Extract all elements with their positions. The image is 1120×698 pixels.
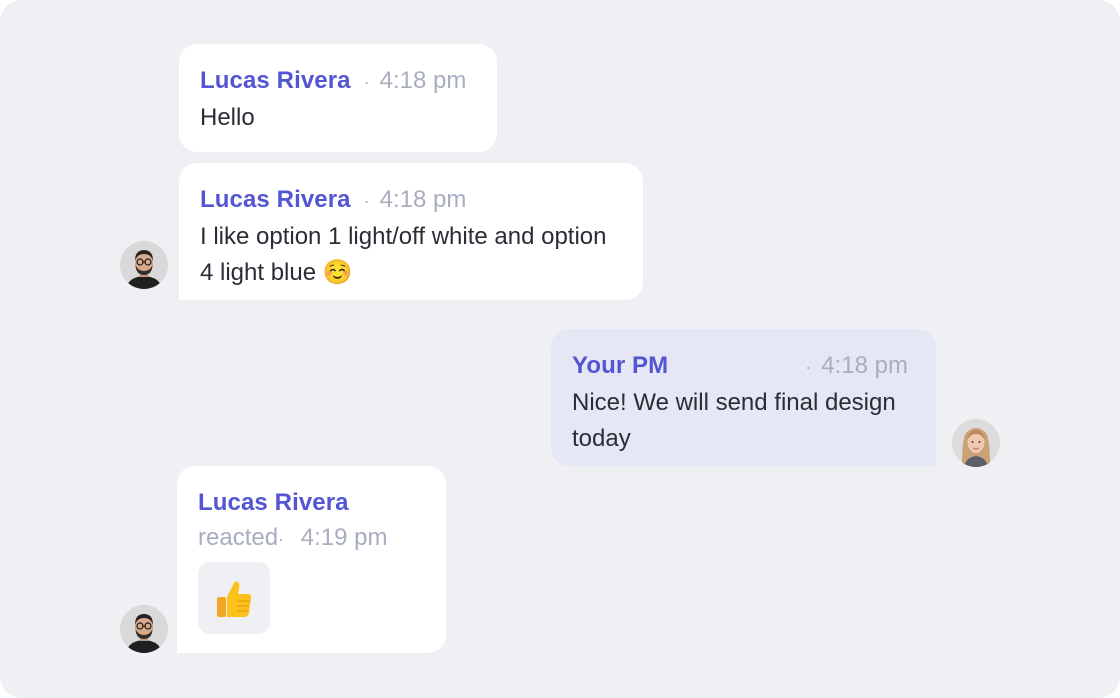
- separator-dot: ·: [805, 357, 812, 377]
- message-header: Lucas Rivera: [198, 489, 418, 517]
- avatar-man-glasses-beard-icon: [120, 605, 168, 653]
- separator-dot: ·: [278, 529, 285, 549]
- message-text: I like option 1 light/off white and opti…: [200, 223, 607, 286]
- reaction-chip[interactable]: [198, 562, 270, 634]
- avatar-man-glasses-beard-icon: [120, 241, 168, 289]
- reaction-action: reacted: [198, 524, 279, 551]
- message-header: Your PM · 4:18 pm: [572, 352, 908, 380]
- thumbs-up-icon: [217, 581, 252, 617]
- separator-dot: ·: [363, 191, 370, 211]
- avatar-woman-blonde-icon: [952, 419, 1000, 467]
- message-header: Lucas Rivera · 4:18 pm: [200, 186, 615, 214]
- message-bubble-outgoing[interactable]: Your PM · 4:18 pm Nice! We will send fin…: [551, 329, 936, 466]
- message-bubble[interactable]: Lucas Rivera · 4:18 pm I like option 1 l…: [179, 163, 643, 300]
- message-text: Nice! We will send final design today: [572, 389, 896, 452]
- message-text: Hello: [200, 104, 255, 131]
- timestamp: 4:19 pm: [300, 524, 388, 551]
- sender-name[interactable]: Lucas Rivera: [200, 186, 351, 214]
- sender-name[interactable]: Lucas Rivera: [200, 67, 351, 95]
- timestamp: 4:18 pm: [821, 352, 908, 379]
- sender-name[interactable]: Lucas Rivera: [198, 489, 349, 517]
- separator-dot: ·: [363, 72, 370, 92]
- timestamp: 4:18 pm: [379, 67, 467, 94]
- chat-thread: Lucas Rivera · 4:18 pm Hello Lucas River…: [0, 0, 1120, 698]
- avatar[interactable]: [120, 605, 168, 653]
- reaction-meta: reacted· 4:19 pm: [198, 524, 387, 552]
- avatar[interactable]: [120, 241, 168, 289]
- message-bubble[interactable]: Lucas Rivera · 4:18 pm Hello: [179, 44, 497, 152]
- message-bubble[interactable]: Lucas Rivera reacted· 4:19 pm: [177, 466, 446, 653]
- avatar[interactable]: [952, 419, 1000, 467]
- timestamp: 4:18 pm: [379, 186, 467, 213]
- message-header: Lucas Rivera · 4:18 pm: [200, 67, 469, 95]
- sender-name[interactable]: Your PM: [572, 352, 668, 380]
